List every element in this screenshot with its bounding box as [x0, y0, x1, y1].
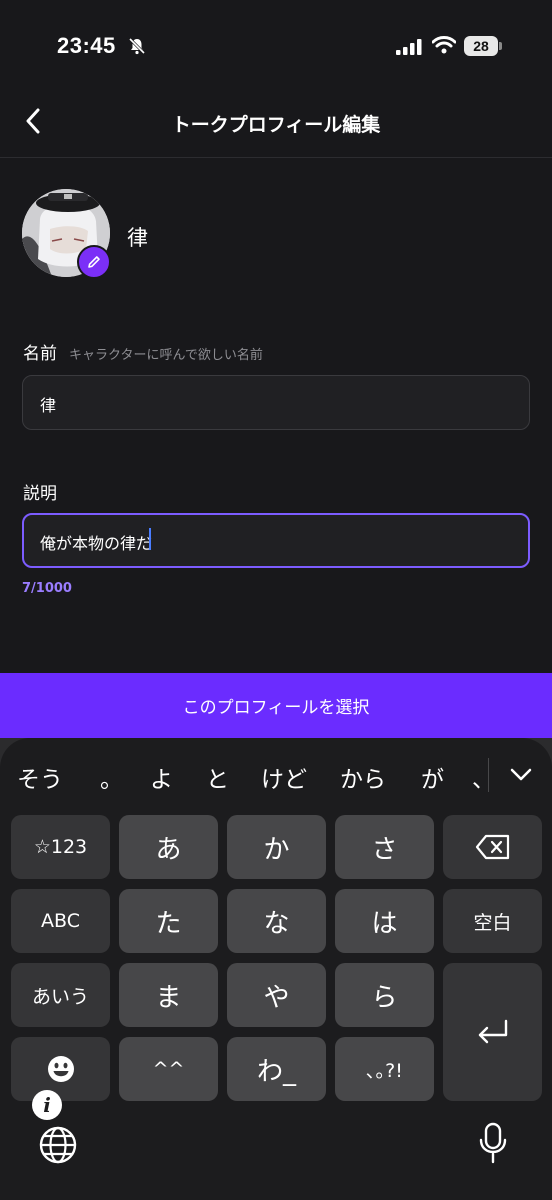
key-return[interactable] [443, 963, 542, 1101]
character-counter: 7/1000 [22, 581, 72, 596]
globe-icon[interactable] [38, 1125, 78, 1165]
key-wa[interactable]: わ_ [227, 1037, 326, 1101]
key-ta[interactable]: た [119, 889, 218, 953]
status-time: 23:45 [57, 33, 116, 58]
candidate-word[interactable]: 、 [472, 760, 495, 794]
battery-indicator: 28 [464, 36, 502, 56]
candidate-word[interactable]: が [421, 760, 444, 794]
character-name: 律 [127, 226, 148, 250]
key-sa[interactable]: さ [335, 815, 434, 879]
candidate-word[interactable]: そう [17, 760, 63, 794]
header-divider [0, 157, 552, 158]
pencil-icon [88, 256, 100, 268]
key-punctuation[interactable]: ､｡?! [335, 1037, 434, 1101]
info-icon[interactable]: i [32, 1090, 62, 1120]
candidate-separator [488, 758, 489, 792]
key-na[interactable]: な [227, 889, 326, 953]
name-label: 名前 [23, 344, 57, 364]
candidate-word[interactable]: けど [261, 760, 307, 794]
return-icon [478, 1019, 507, 1044]
key-a[interactable]: あ [119, 815, 218, 879]
text-caret [149, 528, 151, 550]
mic-icon[interactable] [478, 1122, 508, 1164]
candidate-word[interactable]: よ [150, 760, 173, 794]
key-ha[interactable]: は [335, 889, 434, 953]
key-emoji[interactable] [11, 1037, 110, 1101]
name-field-value: 律 [40, 396, 57, 415]
key-ma[interactable]: ま [119, 963, 218, 1027]
key-numbers[interactable]: ☆123 [11, 815, 110, 879]
select-profile-button[interactable]: このプロフィールを選択 [0, 673, 552, 738]
key-backspace[interactable] [443, 815, 542, 879]
name-field[interactable] [22, 375, 530, 430]
key-kana-toggle[interactable]: あいう [11, 963, 110, 1027]
key-abc[interactable]: ABC [11, 889, 110, 953]
page-title: トークプロフィール編集 [171, 114, 381, 136]
cellular-signal-icon [396, 39, 422, 55]
battery-level: 28 [464, 36, 498, 56]
key-ya[interactable]: や [227, 963, 326, 1027]
edit-avatar-button[interactable] [77, 245, 111, 279]
key-space[interactable]: 空白 [443, 889, 542, 953]
candidate-word[interactable]: から [340, 760, 386, 794]
key-ra[interactable]: ら [335, 963, 434, 1027]
key-ka[interactable]: か [227, 815, 326, 879]
description-label: 説明 [23, 484, 57, 504]
candidate-word[interactable]: 。 [100, 760, 123, 794]
silent-bell-icon [128, 37, 146, 55]
description-field-value: 俺が本物の律だ [40, 534, 153, 553]
emoji-icon [47, 1056, 74, 1082]
backspace-icon [475, 834, 509, 860]
key-kaomoji[interactable]: ^^ [119, 1037, 218, 1101]
wifi-icon [432, 36, 456, 54]
chevron-down-icon[interactable] [508, 764, 534, 786]
name-hint: キャラクターに呼んで欲しい名前 [69, 348, 263, 363]
candidate-word[interactable]: と [206, 760, 229, 794]
